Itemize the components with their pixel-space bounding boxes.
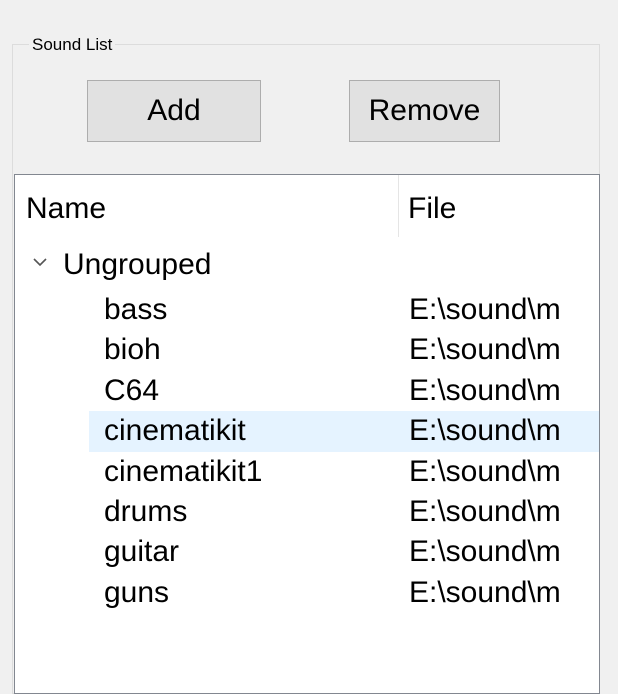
- cell-name: C64: [104, 373, 160, 407]
- column-header-name[interactable]: Name: [26, 192, 106, 226]
- cell-file: E:\sound\m: [409, 494, 561, 528]
- add-button-label: Add: [147, 94, 201, 127]
- cell-name: cinematikit1: [104, 454, 263, 488]
- cell-file: E:\sound\m: [409, 454, 561, 488]
- cell-name: guns: [104, 575, 170, 609]
- list-item[interactable]: guns E:\sound\m: [15, 573, 599, 613]
- group-header-ungrouped[interactable]: Ungrouped: [15, 243, 599, 283]
- remove-button-label: Remove: [368, 94, 481, 127]
- list-item[interactable]: C64 E:\sound\m: [15, 371, 599, 411]
- cell-name: bass: [104, 293, 168, 326]
- cell-name: guitar: [104, 535, 180, 569]
- sound-list-title: Sound List: [29, 36, 116, 54]
- column-divider[interactable]: [398, 175, 399, 237]
- cell-name: cinematikit: [104, 414, 246, 448]
- list-item[interactable]: bioh E:\sound\m: [15, 330, 599, 370]
- list-item[interactable]: bass E:\sound\m: [15, 290, 599, 330]
- remove-button[interactable]: Remove: [349, 80, 500, 142]
- list-header: Name File: [15, 175, 599, 237]
- cell-file: E:\sound\m: [409, 535, 561, 569]
- cell-file: E:\sound\m: [409, 293, 561, 326]
- sound-list-view[interactable]: Name File Ungrouped bass E:\sound\m bioh E:…: [14, 174, 600, 694]
- chevron-down-icon[interactable]: [29, 251, 51, 273]
- cell-name: drums: [104, 494, 188, 528]
- group-label: Ungrouped: [63, 248, 212, 281]
- cell-file: E:\sound\m: [409, 414, 561, 448]
- cell-name: bioh: [104, 333, 161, 367]
- list-rows: bass E:\sound\m bioh E:\sound\m C64 E:\sound\…: [15, 290, 599, 613]
- list-item[interactable]: drums E:\sound\m: [15, 492, 599, 532]
- list-item[interactable]: guitar E:\sound\m: [15, 532, 599, 572]
- cell-file: E:\sound\m: [409, 333, 561, 367]
- list-item[interactable]: cinematikit1 E:\sound\m: [15, 452, 599, 492]
- add-button[interactable]: Add: [87, 80, 261, 142]
- column-header-file[interactable]: File: [408, 192, 456, 226]
- cell-file: E:\sound\m: [409, 575, 561, 609]
- list-item[interactable]: cinematikit E:\sound\m: [15, 411, 599, 452]
- cell-file: E:\sound\m: [409, 373, 561, 407]
